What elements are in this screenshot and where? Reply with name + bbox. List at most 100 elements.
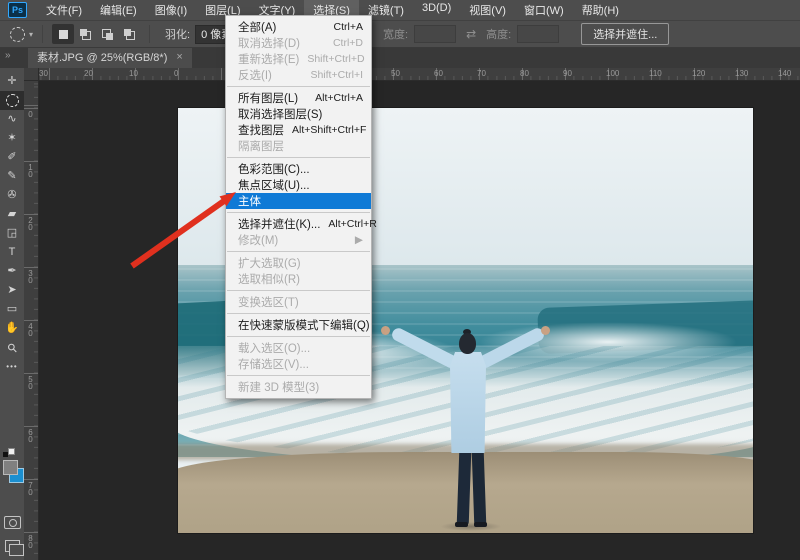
width-label: 宽度:	[383, 26, 408, 42]
default-colors-icon[interactable]	[3, 448, 15, 457]
magic-wand-tool-button[interactable]: ✶	[0, 129, 24, 148]
pen-tool-button[interactable]: ✒	[0, 262, 24, 281]
menu-item-全部[interactable]: 全部(A)Ctrl+A	[226, 19, 371, 35]
zoom-tool-button[interactable]: ⚲	[0, 338, 24, 357]
path-select-tool-button[interactable]: ➤	[0, 281, 24, 300]
menu-item-shortcut: Ctrl+D	[333, 37, 363, 49]
menu-separator	[227, 86, 370, 87]
intersect-selection-mode-button[interactable]	[118, 24, 140, 44]
new-selection-mode-button[interactable]	[52, 24, 74, 44]
menubar-item-图像[interactable]: 图像(I)	[146, 0, 196, 21]
elliptical-marquee-tool-button[interactable]	[0, 91, 24, 110]
annotation-arrow	[118, 178, 248, 278]
document-tab-title: 素材.JPG @ 25%(RGB/8*)	[37, 49, 167, 65]
hand-tool-button[interactable]: ✋	[0, 319, 24, 338]
menubar-item-文件[interactable]: 文件(F)	[37, 0, 91, 21]
swap-dimensions-icon: ⇄	[466, 27, 476, 41]
width-input	[414, 25, 456, 43]
lasso-tool-button[interactable]: ∿	[0, 110, 24, 129]
menu-item-shortcut: Alt+Ctrl+A	[315, 92, 363, 104]
menu-item-在快速蒙版模式下编辑[interactable]: 在快速蒙版模式下编辑(Q)	[226, 317, 371, 333]
menu-separator	[227, 336, 370, 337]
h-ruler-label: 140	[778, 69, 791, 78]
menu-item-重新选择: 重新选择(E)Shift+Ctrl+D	[226, 51, 371, 67]
magic-wand-tool-icon: ✶	[7, 133, 16, 144]
quick-mask-icon	[9, 519, 17, 527]
menu-separator	[227, 251, 370, 252]
foreground-color-swatch[interactable]	[3, 460, 18, 475]
rectangle-tool-button[interactable]: ▭	[0, 300, 24, 319]
menubar-item-窗口[interactable]: 窗口(W)	[515, 0, 573, 21]
tool-preset-picker[interactable]: ▾	[10, 27, 33, 42]
rectangle-tool-icon: ▭	[7, 304, 17, 315]
menu-item-label: 查找图层	[238, 122, 284, 138]
menubar-item-3D[interactable]: 3D(D)	[413, 0, 460, 21]
menu-item-取消选择: 取消选择(D) Ctrl+D	[226, 35, 371, 51]
menu-item-取消选择图层[interactable]: 取消选择图层(S)	[226, 106, 371, 122]
menu-item-label: 选择并遮住(K)...	[238, 216, 320, 232]
menu-item-色彩范围[interactable]: 色彩范围(C)...	[226, 161, 371, 177]
divider	[149, 25, 150, 43]
person-shadow	[440, 522, 502, 531]
menu-separator	[227, 313, 370, 314]
add-to-selection-mode-button[interactable]	[74, 24, 96, 44]
select-and-mask-button[interactable]: 选择并遮住...	[581, 23, 669, 45]
h-ruler-label: 110	[649, 69, 662, 78]
menu-item-shortcut: Alt+Shift+Ctrl+F	[292, 124, 366, 136]
menu-item-变换选区: 变换选区(T)	[226, 294, 371, 310]
menu-item-label: 隔离图层	[238, 138, 284, 154]
eraser-tool-button[interactable]: ▰	[0, 205, 24, 224]
menu-item-label: 色彩范围(C)...	[238, 161, 310, 177]
menu-item-shortcut: Alt+Ctrl+R	[328, 218, 376, 230]
menu-item-label: 取消选择(D)	[238, 35, 300, 51]
edit-toolbar-button[interactable]: •••	[0, 357, 24, 376]
paint-bucket-tool-button[interactable]: ◲	[0, 224, 24, 243]
menu-item-label: 焦点区域(U)...	[238, 177, 310, 193]
move-tool-button[interactable]: ✛	[0, 72, 24, 91]
menu-item-载入选区: 载入选区(O)...	[226, 340, 371, 356]
eyedropper-tool-icon: ✐	[7, 152, 16, 163]
edit-toolbar-icon: •••	[6, 363, 17, 371]
new-selection-icon	[59, 30, 68, 39]
zoom-tool-icon: ⚲	[5, 340, 20, 355]
h-ruler-label: 10	[129, 69, 138, 78]
h-ruler-label: 100	[606, 69, 619, 78]
menu-item-label: 载入选区(O)...	[238, 340, 310, 356]
person-left-leg	[457, 451, 472, 525]
quick-mask-mode-button[interactable]	[4, 516, 21, 529]
chevron-down-icon: ▾	[29, 30, 33, 39]
person-left-hand	[381, 326, 390, 335]
menu-item-label: 反选(I)	[238, 67, 272, 83]
subtract-from-selection-mode-button[interactable]	[96, 24, 118, 44]
menu-item-label: 全部(A)	[238, 19, 276, 35]
person-head	[459, 333, 476, 354]
elliptical-marquee-icon	[10, 27, 25, 42]
screen-mode-button[interactable]	[5, 540, 20, 552]
h-ruler-label: 80	[520, 69, 529, 78]
menubar-item-视图[interactable]: 视图(V)	[460, 0, 515, 21]
double-chevron-icon[interactable]: »	[5, 50, 10, 61]
lasso-tool-icon: ∿	[7, 114, 16, 125]
clone-stamp-tool-button[interactable]: ✇	[0, 186, 24, 205]
hand-tool-icon: ✋	[5, 323, 19, 334]
close-tab-icon[interactable]: ×	[176, 51, 182, 63]
document-tab-bar: » 素材.JPG @ 25%(RGB/8*) ×	[0, 46, 800, 68]
h-ruler-label: 20	[84, 69, 93, 78]
brush-tool-button[interactable]: ✎	[0, 167, 24, 186]
h-ruler-label: 70	[477, 69, 486, 78]
menubar-item-帮助[interactable]: 帮助(H)	[573, 0, 628, 21]
menu-item-shortcut: Shift+Ctrl+D	[307, 53, 364, 65]
eyedropper-tool-button[interactable]: ✐	[0, 148, 24, 167]
menu-item-查找图层[interactable]: 查找图层 Alt+Shift+Ctrl+F	[226, 122, 371, 138]
menu-item-所有图层[interactable]: 所有图层(L)Alt+Ctrl+A	[226, 90, 371, 106]
type-tool-button[interactable]: T	[0, 243, 24, 262]
person-right-hand	[541, 326, 550, 335]
document-tab[interactable]: 素材.JPG @ 25%(RGB/8*) ×	[28, 46, 192, 68]
menubar-item-编辑[interactable]: 编辑(E)	[91, 0, 146, 21]
v-ruler-label: 40	[26, 322, 35, 336]
subtract-from-selection-icon	[102, 29, 113, 40]
menu-separator	[227, 290, 370, 291]
v-ruler-label: 20	[26, 216, 35, 230]
person-left-shoe	[455, 522, 468, 527]
height-input	[517, 25, 559, 43]
